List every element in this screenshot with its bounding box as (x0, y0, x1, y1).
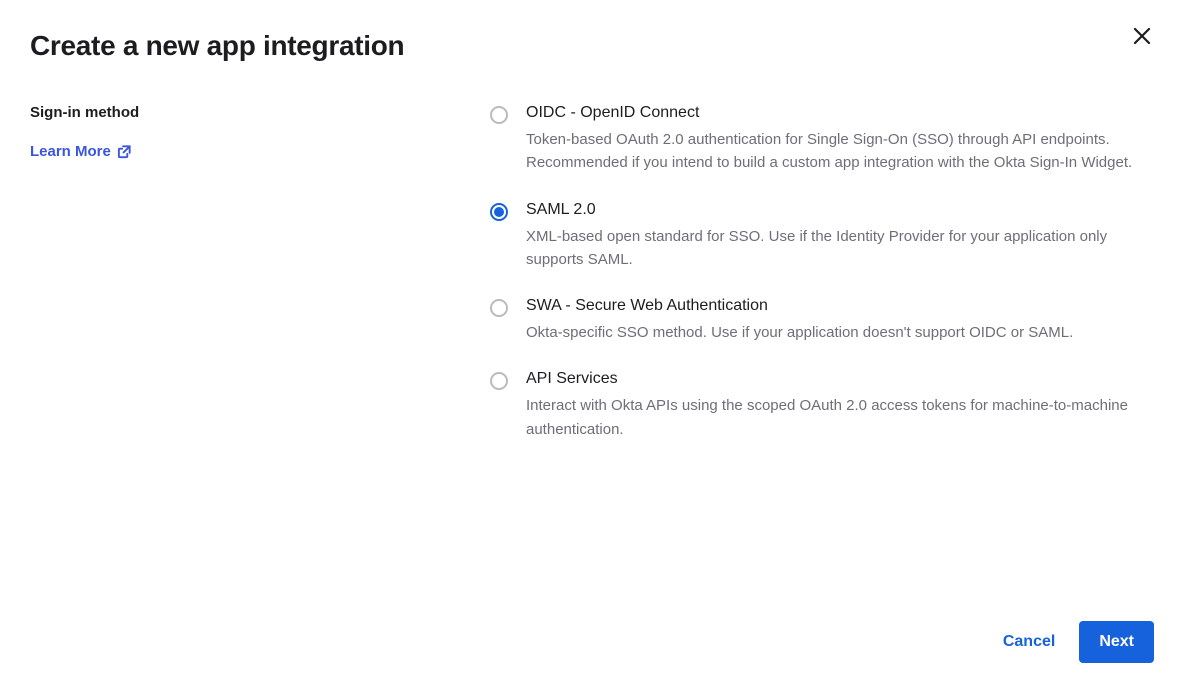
radio-option-swa[interactable]: SWA - Secure Web Authentication Okta-spe… (490, 297, 1152, 344)
radio-option-oidc[interactable]: OIDC - OpenID Connect Token-based OAuth … (490, 104, 1152, 175)
radio-desc: XML-based open standard for SSO. Use if … (526, 225, 1152, 272)
radio-input-swa[interactable] (490, 299, 508, 317)
radio-desc: Interact with Okta APIs using the scoped… (526, 394, 1152, 441)
radio-title: API Services (526, 370, 1152, 388)
radio-option-saml[interactable]: SAML 2.0 XML-based open standard for SSO… (490, 201, 1152, 272)
cancel-button[interactable]: Cancel (1003, 633, 1055, 651)
radio-title: SAML 2.0 (526, 201, 1152, 219)
radio-input-saml[interactable] (490, 203, 508, 221)
radio-title: SWA - Secure Web Authentication (526, 297, 1152, 315)
close-button[interactable] (1130, 24, 1154, 48)
radio-option-api[interactable]: API Services Interact with Okta APIs usi… (490, 370, 1152, 441)
radio-input-oidc[interactable] (490, 106, 508, 124)
external-link-icon (117, 144, 132, 159)
radio-desc: Token-based OAuth 2.0 authentication for… (526, 128, 1152, 175)
radio-input-api[interactable] (490, 372, 508, 390)
radio-title: OIDC - OpenID Connect (526, 104, 1152, 122)
radio-desc: Okta-specific SSO method. Use if your ap… (526, 321, 1152, 344)
signin-method-label: Sign-in method (30, 104, 490, 121)
close-icon (1133, 27, 1151, 45)
learn-more-text: Learn More (30, 143, 111, 160)
next-button[interactable]: Next (1079, 621, 1154, 663)
page-title: Create a new app integration (30, 30, 1152, 62)
learn-more-link[interactable]: Learn More (30, 143, 132, 160)
